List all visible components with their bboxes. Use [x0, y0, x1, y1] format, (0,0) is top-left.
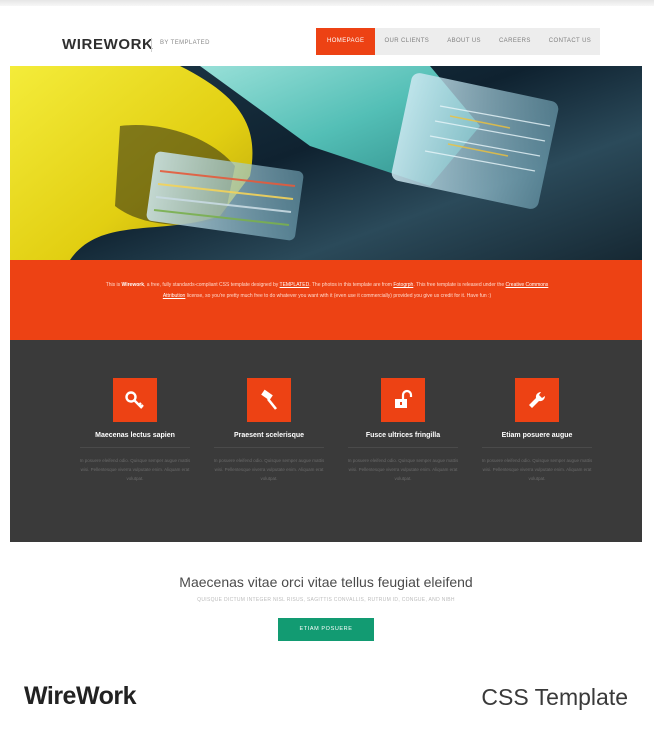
- main-nav: HOMEPAGE OUR CLIENTS ABOUT US CAREERS CO…: [316, 28, 601, 55]
- nav-item-careers[interactable]: CAREERS: [490, 28, 540, 55]
- website-preview: WIREWORK BY TEMPLATED HOMEPAGE OUR CLIEN…: [10, 18, 642, 642]
- feature-text: In posuere eleifend odio. Quisque semper…: [213, 458, 325, 481]
- key-icon: [113, 378, 157, 422]
- features-section: Maecenas lectus sapien In posuere eleife…: [10, 340, 642, 542]
- feature-card: Etiam posuere augue In posuere eleifend …: [475, 378, 599, 483]
- feature-divider: [348, 447, 458, 448]
- nav-item-homepage[interactable]: HOMEPAGE: [316, 28, 376, 55]
- templated-link[interactable]: TEMPLATED: [280, 282, 310, 288]
- feature-card: Fusce ultrices fringilla In posuere elei…: [341, 378, 465, 483]
- feature-divider: [482, 447, 592, 448]
- logo-divider: [151, 38, 152, 52]
- intro-text-part: This is: [105, 282, 122, 288]
- nav-item-about-us[interactable]: ABOUT US: [438, 28, 490, 55]
- thumbnail-edge: [0, 0, 654, 6]
- feature-text: In posuere eleifend odio. Quisque semper…: [79, 458, 191, 481]
- hero-image: [10, 66, 642, 260]
- template-type-caption: CSS Template: [481, 684, 628, 710]
- feature-title: Maecenas lectus sapien: [95, 432, 175, 439]
- nav-item-our-clients[interactable]: OUR CLIENTS: [375, 28, 438, 55]
- site-header: WIREWORK BY TEMPLATED HOMEPAGE OUR CLIEN…: [10, 18, 642, 66]
- intro-text-part: , a free, fully standards-compliant CSS …: [144, 282, 280, 288]
- intro-template-name: Wirework: [121, 282, 144, 288]
- intro-banner: This is Wirework, a free, fully standard…: [10, 260, 642, 340]
- nav-item-contact-us[interactable]: CONTACT US: [540, 28, 600, 55]
- feature-card: Praesent scelerisque In posuere eleifend…: [207, 378, 331, 483]
- intro-text-part: . The photos in this template are from: [309, 282, 394, 288]
- feature-text: In posuere eleifend odio. Quisque semper…: [347, 458, 459, 481]
- feature-title: Etiam posuere augue: [501, 432, 573, 439]
- section-title: Maecenas vitae orci vitae tellus feugiat…: [179, 574, 473, 590]
- feature-text: In posuere eleifend odio. Quisque semper…: [481, 458, 593, 481]
- section-subtitle: Quisque dictum integer nisl risus, sagit…: [197, 597, 455, 603]
- feature-divider: [214, 447, 324, 448]
- unlock-icon: [381, 378, 425, 422]
- logo-tagline: BY TEMPLATED: [160, 40, 210, 46]
- feature-divider: [80, 447, 190, 448]
- wrench-icon: [515, 378, 559, 422]
- feature-title: Fusce ultrices fringilla: [365, 432, 441, 439]
- feature-title: Praesent scelerisque: [233, 432, 305, 439]
- template-name-caption: WireWork: [24, 682, 137, 710]
- intro-text: This is Wirework, a free, fully standard…: [102, 280, 552, 301]
- etiam-posuere-button[interactable]: ETIAM POSUERE: [278, 618, 374, 641]
- feature-card: Maecenas lectus sapien In posuere eleife…: [73, 378, 197, 483]
- intro-text-part: . This free template is released under t…: [413, 282, 506, 288]
- ethernet-cables-illustration: [10, 66, 559, 260]
- fotogrph-link[interactable]: Fotogrph: [393, 282, 413, 288]
- site-logo[interactable]: WIREWORK: [62, 36, 153, 53]
- intro-text-part: license, so you're pretty much free to d…: [185, 292, 492, 299]
- gavel-icon: [247, 378, 291, 422]
